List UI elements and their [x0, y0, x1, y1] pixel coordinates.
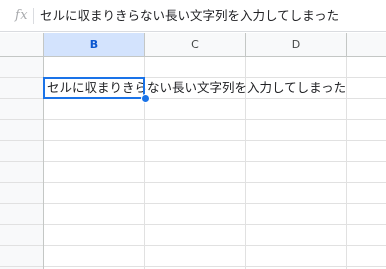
select-all-corner[interactable]	[0, 33, 44, 56]
column-header-c[interactable]: C	[145, 33, 246, 56]
gridline-vertical	[346, 57, 347, 269]
row-header-strip[interactable]	[0, 57, 44, 269]
column-header-e[interactable]	[347, 33, 386, 56]
column-header-d[interactable]: D	[246, 33, 347, 56]
formula-input[interactable]: セルに収まりきらない長い文字列を入力してしまった	[40, 7, 380, 25]
spreadsheet-app: fx セルに収まりきらない長い文字列を入力してしまった B C D セルに収まり…	[0, 0, 386, 269]
cell-grid[interactable]: セルに収まりきらない長い文字列を入力してしまった	[0, 57, 386, 269]
fill-handle[interactable]	[141, 94, 150, 103]
formula-bar: fx セルに収まりきらない長い文字列を入力してしまった	[0, 0, 386, 32]
active-cell-b2[interactable]	[43, 77, 145, 99]
formula-bar-divider	[33, 8, 34, 24]
column-header-b[interactable]: B	[44, 33, 145, 56]
column-header-row: B C D	[0, 33, 386, 57]
fx-icon: fx	[15, 8, 29, 23]
